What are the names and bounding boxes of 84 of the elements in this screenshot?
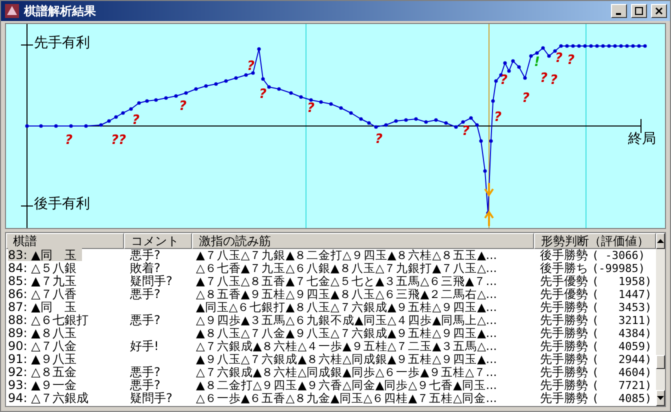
move-mark: ! (534, 56, 540, 69)
column-header[interactable]: 形勢判断（評価値） (534, 233, 656, 249)
line-cell-text: △６七香▲７九玉△６八銀▲８八玉△７九銀打▲７八玉△... (195, 262, 498, 275)
maximize-icon (635, 7, 643, 15)
move-mark: ? (555, 52, 563, 65)
advantage-label: 後手有利 (34, 197, 90, 211)
judgment-cell-text: 先手勝勢 (539, 353, 588, 366)
line-cell-text: ▲８八玉△７八金▲９八玉△７六銀成▲９五桂△９四玉▲... (195, 327, 498, 340)
judgment-cell-text: 先手勝勢 (539, 327, 588, 340)
value-cell-text: ( 4059) (591, 340, 652, 353)
comment-cell-text: 悪手? (129, 288, 162, 301)
window-title: 棋譜解析結果 (24, 5, 96, 17)
line-cell-text: ▲８二金打△９四玉▲９六香△同金▲同歩△９七香▲同玉... (195, 379, 498, 392)
line-cell-text: ▲７八玉△８五香▲７七金△５七と▲３五馬△６三飛▲７... (195, 275, 498, 288)
move-mark: ? (540, 72, 548, 85)
minimize-button[interactable] (611, 4, 627, 18)
advantage-label: 先手有利 (34, 36, 90, 50)
end-label: 終局 (628, 132, 656, 146)
move-mark: ? (550, 74, 558, 87)
judgment-cell-text: 先手勝勢 (539, 301, 588, 314)
value-cell-text: ( 2944) (591, 353, 652, 366)
value-cell-text: ( -3066) (591, 249, 645, 262)
move-cell[interactable]: 83: ▲同 玉 (8, 248, 82, 262)
move-mark: ? (375, 133, 383, 146)
value-cell-text: ( 7721) (591, 379, 652, 392)
comment-cell-text: 悪手? (129, 379, 162, 392)
move-mark: ? (179, 100, 187, 113)
line-cell-text: △７六銀成▲８六桂△４一歩▲９五桂△７二玉▲３五馬△... (195, 340, 498, 353)
judgment-cell-text: 先手勝勢 (539, 379, 588, 392)
scrollbar[interactable] (656, 233, 665, 406)
down-arrow-icon (657, 396, 664, 400)
move-mark: ? (247, 60, 255, 73)
value-cell-text: ( 4604) (591, 366, 652, 379)
line-cell-text: △７六銀成▲８六桂△同成銀▲同歩△６一歩▲９五桂△７... (195, 366, 498, 379)
move-mark: ? (500, 74, 508, 87)
move-mark: ? (494, 111, 502, 124)
close-icon (655, 7, 663, 15)
value-cell-text: (-99985) (591, 262, 645, 275)
value-cell-text: ( 3211) (591, 314, 652, 327)
line-cell-text: △８五香▲９五桂△９四玉▲８八玉△６三飛▲２二馬右△... (195, 288, 498, 301)
comment-cell-text: 悪手? (129, 366, 162, 379)
column-header[interactable]: 激指の読み筋 (192, 233, 534, 249)
scroll-down-button[interactable] (656, 390, 665, 406)
line-cell-text: △６一歩▲６五香△８九金▲同玉△６四桂▲７五桂△同金... (195, 392, 498, 405)
judgment-cell-text: 後手勝勢 (539, 249, 588, 262)
maximize-button[interactable] (631, 4, 647, 18)
column-header[interactable]: コメント (124, 233, 192, 249)
value-cell-text: ( 1958) (591, 275, 652, 288)
app-icon (4, 3, 20, 19)
comment-cell-text: 敗着? (129, 262, 162, 275)
judgment-cell-text: 後手勝ち (539, 262, 588, 275)
up-arrow-icon (657, 239, 664, 243)
judgment-cell-text: 先手勝勢 (539, 340, 588, 353)
move-mark: ? (307, 102, 315, 115)
value-cell-text: ( 3453) (591, 301, 652, 314)
move-mark: ? (462, 125, 470, 138)
value-cell-text: ( 1447) (591, 288, 652, 301)
move-mark: ? (259, 88, 267, 101)
move-mark: ? (65, 134, 73, 147)
move-cell[interactable]: 84: △５八銀 (8, 261, 82, 275)
line-cell-text: ▲７八玉△７九銀▲８二金打△９四玉▲８六桂△８五玉▲... (195, 249, 498, 262)
comment-cell-text: 疑問手? (129, 275, 174, 288)
move-mark: ? (132, 114, 140, 127)
scroll-thumb[interactable] (656, 355, 665, 369)
comment-cell-text: 悪手? (129, 314, 162, 327)
judgment-cell-text: 先手勝勢 (539, 314, 588, 327)
line-cell-text: ▲同玉△６七銀打▲８八玉△７六銀成▲９五桂△９四玉▲... (195, 301, 498, 314)
judgment-cell-text: 先手勝勢 (539, 366, 588, 379)
column-header[interactable]: 棋譜 (6, 233, 124, 249)
move-mark: ?? (111, 134, 126, 147)
move-mark: ? (567, 54, 575, 67)
move-mark: ? (522, 92, 530, 105)
line-cell-text: △９四歩▲３五馬△６九銀不成▲同玉△４四歩▲同馬上△... (195, 314, 498, 327)
comment-cell-text: 疑問手? (129, 392, 174, 405)
value-cell-text: ( 4384) (591, 327, 652, 340)
judgment-cell-text: 先手勝勢 (539, 392, 588, 405)
value-cell-text: ( 4085) (591, 392, 652, 405)
judgment-cell-text: 先手優勢 (539, 275, 588, 288)
comment-cell-text: 好手! (129, 340, 160, 353)
line-cell-text: ▲９八玉△７六銀成▲８六桂△同成銀▲９五桂△９四玉▲... (195, 353, 498, 366)
comment-cell-text: 悪手? (129, 249, 162, 262)
close-button[interactable] (651, 4, 667, 18)
judgment-cell-text: 先手優勢 (539, 288, 588, 301)
scroll-up-button[interactable] (656, 233, 665, 249)
